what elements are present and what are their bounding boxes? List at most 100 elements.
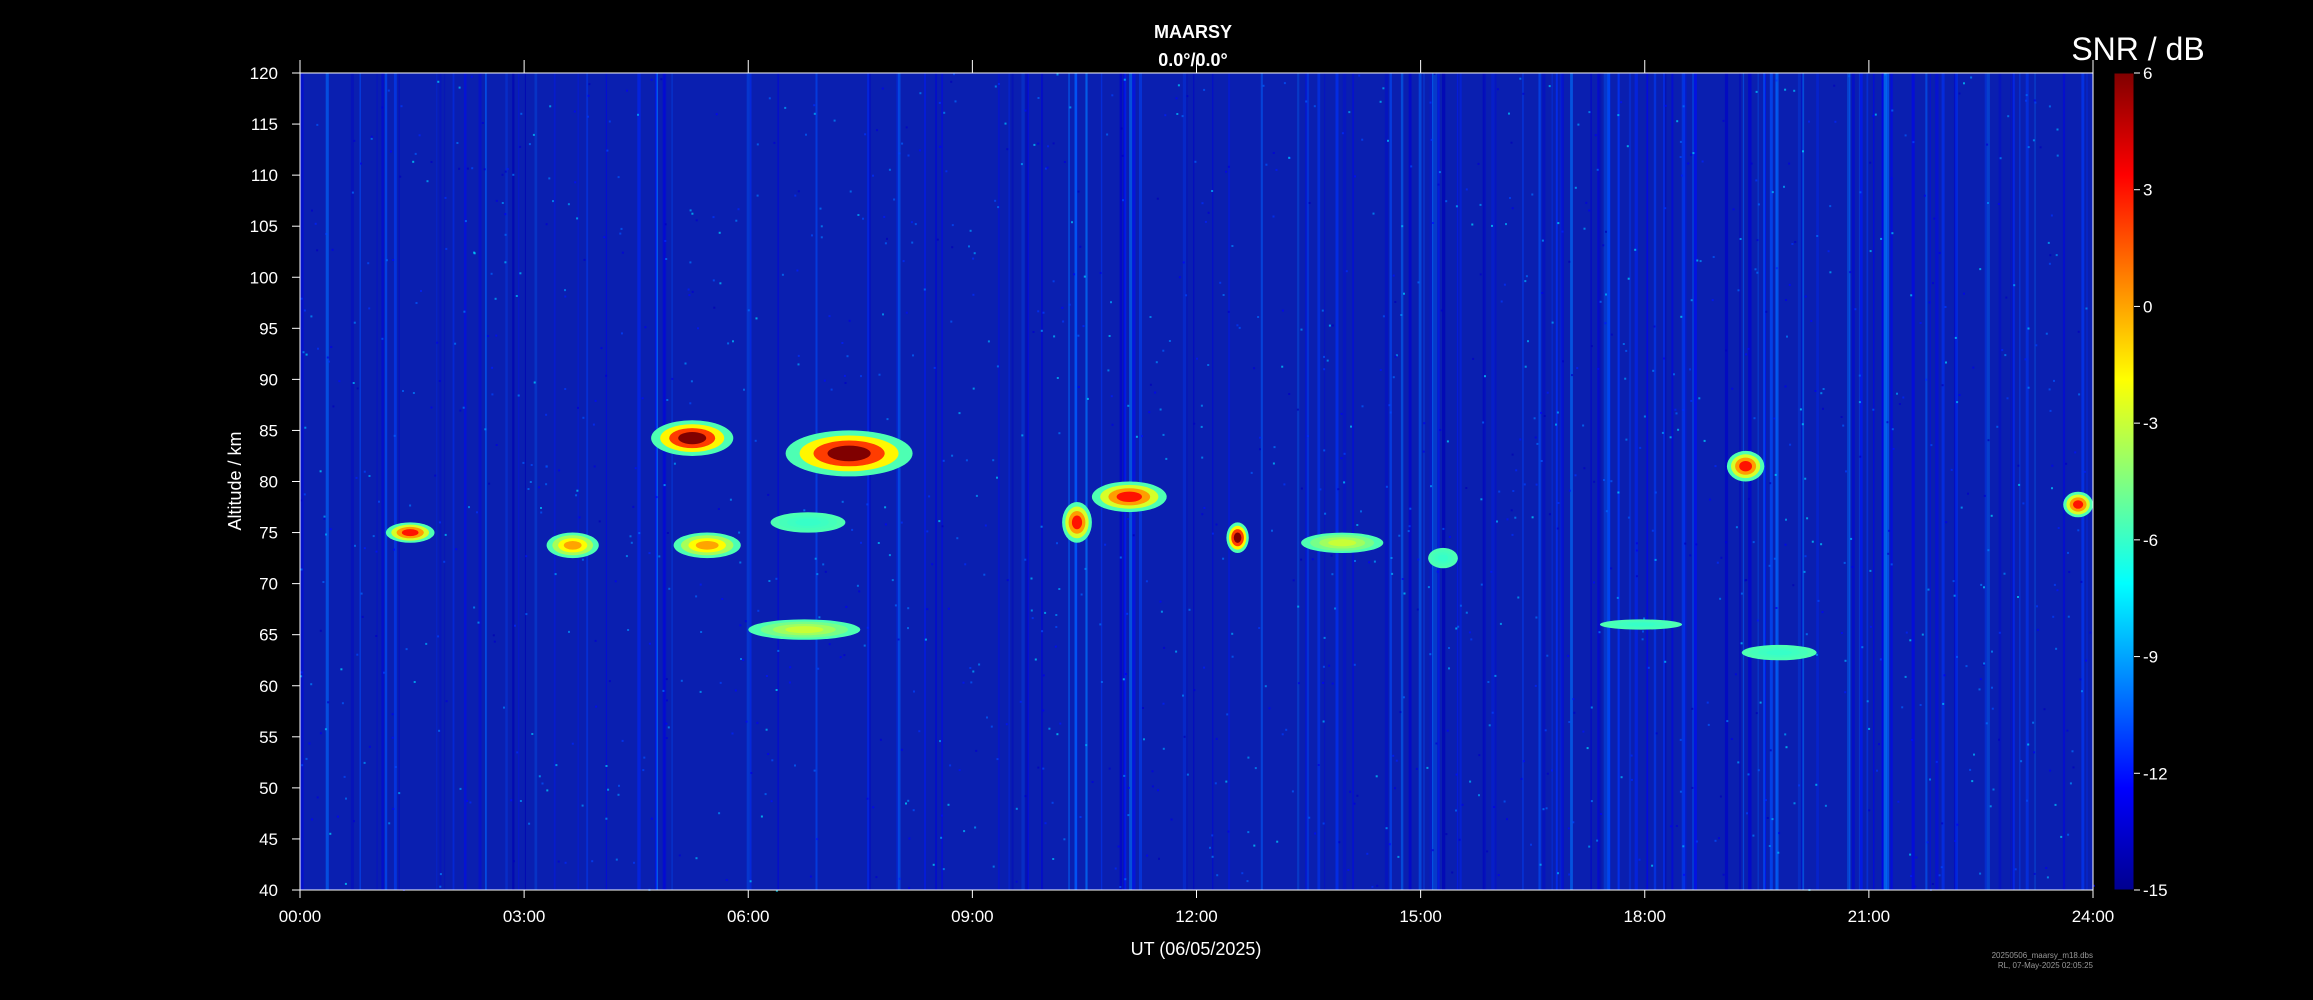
noise-speck <box>902 260 905 263</box>
noise-speck <box>1590 706 1593 709</box>
noise-speck <box>621 739 624 742</box>
noise-speck <box>1725 541 1727 544</box>
noise-speck <box>1200 404 1203 407</box>
noise-speck <box>1510 141 1513 144</box>
noise-streak <box>2086 73 2088 890</box>
noise-speck <box>1522 760 1525 763</box>
noise-speck <box>1845 470 1847 473</box>
noise-speck <box>777 649 780 652</box>
noise-speck <box>617 176 620 179</box>
noise-streak <box>439 73 442 890</box>
noise-speck <box>1677 428 1680 431</box>
noise-speck <box>1046 166 1049 169</box>
noise-speck <box>864 133 867 136</box>
noise-speck <box>884 506 887 509</box>
noise-speck <box>324 728 327 731</box>
noise-speck <box>1582 730 1585 733</box>
noise-streak <box>1802 73 1805 890</box>
noise-speck <box>765 728 768 731</box>
noise-speck <box>300 297 303 300</box>
noise-speck <box>1714 465 1717 468</box>
noise-speck <box>1127 786 1130 789</box>
noise-speck <box>1178 276 1181 279</box>
noise-streak <box>1742 73 1745 890</box>
heatmap-background <box>300 73 2093 890</box>
noise-speck <box>1285 728 1288 731</box>
noise-speck <box>1914 885 1917 888</box>
noise-speck <box>1258 627 1261 629</box>
noise-speck <box>1730 738 1733 740</box>
noise-speck <box>1891 109 1894 112</box>
noise-speck <box>1843 561 1846 564</box>
noise-speck <box>1598 631 1601 634</box>
noise-speck <box>719 681 722 684</box>
noise-speck <box>1775 79 1778 82</box>
noise-speck <box>913 690 915 693</box>
noise-speck <box>770 800 773 803</box>
x-tick-label: 00:00 <box>279 907 322 926</box>
noise-speck <box>1596 839 1599 842</box>
noise-speck <box>1898 403 1901 405</box>
noise-speck <box>1979 268 1982 271</box>
noise-speck <box>1480 583 1483 586</box>
noise-speck <box>2056 154 2059 157</box>
noise-speck <box>951 454 954 457</box>
noise-streak <box>1739 73 1741 890</box>
noise-streak <box>2010 73 2012 890</box>
noise-speck <box>1257 316 1260 318</box>
noise-streak <box>1984 73 1987 890</box>
noise-speck <box>2049 254 2052 257</box>
noise-speck <box>1326 359 1329 362</box>
noise-speck <box>1123 78 1126 81</box>
noise-speck <box>932 863 935 866</box>
noise-speck <box>1703 439 1706 442</box>
noise-speck <box>1111 94 1114 97</box>
noise-streak <box>1724 73 1729 890</box>
noise-speck <box>1143 738 1145 741</box>
noise-speck <box>990 725 993 728</box>
noise-speck <box>1963 82 1965 85</box>
noise-speck <box>949 764 952 767</box>
noise-streak <box>1442 73 1446 890</box>
noise-speck <box>924 638 927 641</box>
noise-speck <box>444 196 447 199</box>
noise-speck <box>942 868 945 871</box>
noise-speck <box>1291 790 1294 793</box>
noise-speck <box>1394 301 1397 303</box>
noise-streak <box>1851 73 1855 890</box>
noise-speck <box>1682 105 1685 108</box>
noise-speck <box>494 297 497 300</box>
colorbar-tick-label: 6 <box>2143 64 2152 83</box>
noise-speck <box>1162 433 1165 436</box>
noise-speck <box>2078 393 2081 396</box>
noise-speck <box>1954 336 1957 339</box>
noise-speck <box>1663 357 1665 360</box>
noise-speck <box>1423 422 1426 425</box>
noise-speck <box>1664 207 1667 210</box>
noise-speck <box>1448 535 1451 538</box>
noise-speck <box>1107 369 1110 372</box>
noise-speck <box>1701 160 1704 163</box>
noise-speck <box>1407 530 1410 533</box>
noise-speck <box>491 393 494 396</box>
noise-speck <box>1965 665 1968 668</box>
noise-speck <box>582 416 585 419</box>
noise-streak <box>1433 73 1438 890</box>
noise-speck <box>1079 245 1082 248</box>
noise-speck <box>846 355 849 358</box>
noise-streak <box>1306 73 1310 890</box>
noise-speck <box>1063 838 1066 841</box>
noise-speck <box>540 511 543 514</box>
x-tick-label: 06:00 <box>727 907 770 926</box>
noise-speck <box>962 681 965 684</box>
noise-speck <box>1331 573 1334 576</box>
noise-speck <box>911 241 914 244</box>
noise-speck <box>1548 85 1551 88</box>
noise-speck <box>997 83 1000 85</box>
noise-speck <box>658 555 661 558</box>
noise-speck <box>1296 408 1299 411</box>
colorbar-ticks: 630-3-6-9-12-15 <box>2134 64 2168 900</box>
noise-speck <box>1408 525 1411 528</box>
noise-speck <box>1756 619 1759 622</box>
noise-streak <box>586 73 589 890</box>
